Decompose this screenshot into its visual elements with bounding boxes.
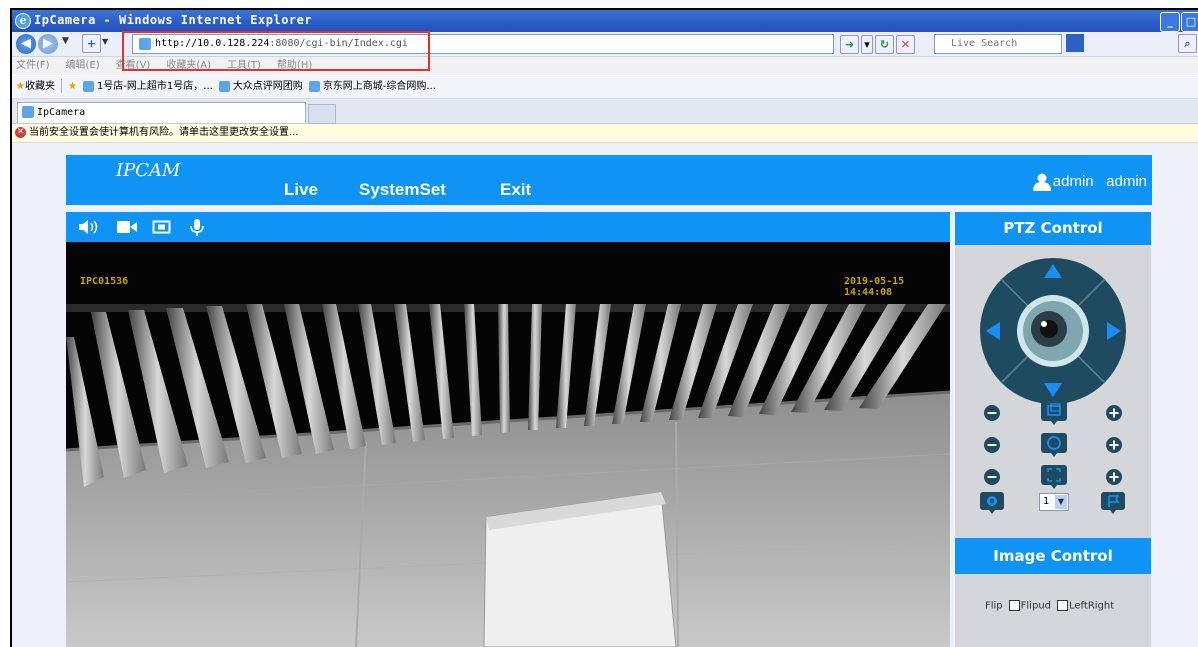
- user-label: admin: [1052, 173, 1094, 190]
- menu-file[interactable]: 文件(F): [16, 60, 50, 71]
- favorites-star-icon: ★: [16, 81, 25, 92]
- snapshot-icon[interactable]: [152, 219, 172, 235]
- ptz-up-icon[interactable]: [1044, 264, 1062, 278]
- refresh-icon[interactable]: ↻: [875, 35, 894, 54]
- preset-call-icon[interactable]: [1100, 491, 1126, 515]
- security-warning-text: 当前安全设置会使计算机有风险。请单击这里更改安全设置...: [29, 127, 299, 138]
- address-dropdown-icon[interactable]: ▾: [861, 35, 873, 54]
- flip-controls: Flip Flipud LeftRight: [985, 600, 1114, 612]
- nav-live[interactable]: Live: [284, 180, 318, 200]
- security-info-bar[interactable]: ✕ 当前安全设置会使计算机有风险。请单击这里更改安全设置...: [12, 124, 1198, 143]
- leftright-checkbox[interactable]: [1057, 600, 1068, 611]
- ie-page-icon: [22, 106, 34, 118]
- stop-icon[interactable]: ✕: [896, 35, 915, 54]
- highlight-annotation-box: [122, 31, 430, 71]
- audio-icon[interactable]: [78, 219, 104, 235]
- page-icon: [308, 80, 320, 92]
- favorites-bar: ★收藏夹 ★ 1号店-网上超市1号店，... 大众点评网团购 京东网上商城-综合网购..…: [12, 76, 1198, 99]
- browser-window: e IpCamera - Windows Internet Explorer _…: [10, 8, 1198, 647]
- ie-logo-icon: e: [15, 13, 31, 29]
- nav-systemset[interactable]: SystemSet: [359, 180, 446, 200]
- iris-icon: [1041, 465, 1067, 489]
- favorite-link-2[interactable]: 大众点评网团购: [233, 81, 303, 92]
- app-header: IPCAM Live SystemSet Exit admin admin: [66, 155, 1152, 205]
- focus-out-icon[interactable]: [983, 436, 1001, 454]
- ptz-left-icon[interactable]: [986, 322, 1000, 340]
- favorite-link-1[interactable]: 1号店-网上超市1号店，...: [97, 81, 213, 92]
- compat-view-icon[interactable]: +: [82, 34, 101, 53]
- osd-camera-id: IPC01536: [80, 276, 129, 287]
- minimize-icon[interactable]: _: [1160, 12, 1180, 32]
- control-panel: PTZ Control 1 ▼ Image Control Flip Flipu…: [955, 212, 1151, 647]
- live-search-logo-icon: [1066, 34, 1084, 52]
- ptz-control-title: PTZ Control: [955, 212, 1151, 245]
- favorite-link-3[interactable]: 京东网上商城-综合网购...: [323, 81, 436, 92]
- warning-icon: ✕: [15, 126, 26, 138]
- microphone-icon[interactable]: [190, 219, 204, 237]
- forward-icon[interactable]: ▶: [38, 34, 58, 54]
- user-icon: [1032, 173, 1051, 192]
- page-icon: [218, 80, 230, 92]
- address-actions: ➜ ▾ ↻ ✕: [840, 35, 917, 54]
- new-tab-button[interactable]: [308, 104, 336, 124]
- focus-icon: [1041, 433, 1067, 457]
- search-placeholder: Live Search: [951, 38, 1018, 49]
- ptz-down-icon[interactable]: [1044, 383, 1062, 397]
- maximize-icon[interactable]: □: [1181, 12, 1198, 32]
- leftright-label: LeftRight: [1069, 600, 1115, 612]
- window-title-bar: e IpCamera - Windows Internet Explorer _…: [12, 10, 1198, 32]
- flip-label: Flip: [985, 600, 1003, 612]
- flipud-checkbox[interactable]: [1008, 600, 1020, 611]
- tab-row: IpCamera: [12, 99, 1198, 124]
- compat-dropdown-icon[interactable]: ▼: [102, 37, 108, 46]
- tab-ipcamera[interactable]: IpCamera: [17, 102, 306, 123]
- app-logo: IPCAM: [116, 160, 181, 181]
- zoom-out-icon[interactable]: [983, 404, 1001, 422]
- page-content: IPCAM Live SystemSet Exit admin admin IP…: [12, 143, 1198, 647]
- tab-label: IpCamera: [37, 107, 86, 118]
- back-icon[interactable]: ◀: [16, 34, 36, 54]
- user-area: admin admin: [1032, 173, 1147, 192]
- preset-set-icon[interactable]: [979, 491, 1005, 515]
- page-icon: [82, 80, 94, 92]
- nav-exit[interactable]: Exit: [500, 180, 531, 200]
- chevron-down-icon: ▼: [1055, 495, 1067, 509]
- add-favorite-icon[interactable]: ★: [68, 81, 77, 92]
- user-name: admin: [1106, 173, 1147, 190]
- record-icon[interactable]: [116, 219, 138, 235]
- zoom-in-icon[interactable]: [1105, 404, 1123, 422]
- live-video[interactable]: IPC01536 2019-05-15 14:44:08: [66, 242, 950, 647]
- search-go-icon[interactable]: ⌕: [1178, 34, 1197, 53]
- menu-edit[interactable]: 编辑(E): [66, 60, 100, 71]
- image-control-title: Image Control: [955, 538, 1151, 574]
- go-icon[interactable]: ➜: [840, 35, 859, 54]
- iris-close-icon[interactable]: [983, 468, 1001, 486]
- history-dropdown-icon[interactable]: ▼: [62, 36, 69, 46]
- preset-value: 1: [1043, 496, 1050, 507]
- ptz-right-icon[interactable]: [1107, 322, 1121, 340]
- iris-open-icon[interactable]: [1105, 468, 1123, 486]
- search-input[interactable]: Live Search: [934, 34, 1062, 54]
- focus-in-icon[interactable]: [1105, 436, 1123, 454]
- camera-feed-image: [66, 242, 950, 647]
- osd-timestamp: 2019-05-15 14:44:08: [844, 276, 905, 298]
- zoom-icon: [1041, 401, 1067, 425]
- favorites-button[interactable]: 收藏夹: [25, 81, 55, 92]
- window-title: IpCamera - Windows Internet Explorer: [34, 13, 313, 27]
- preset-select[interactable]: 1 ▼: [1039, 493, 1069, 511]
- video-toolbar: [66, 212, 950, 242]
- flipud-label: Flipud: [1020, 600, 1051, 612]
